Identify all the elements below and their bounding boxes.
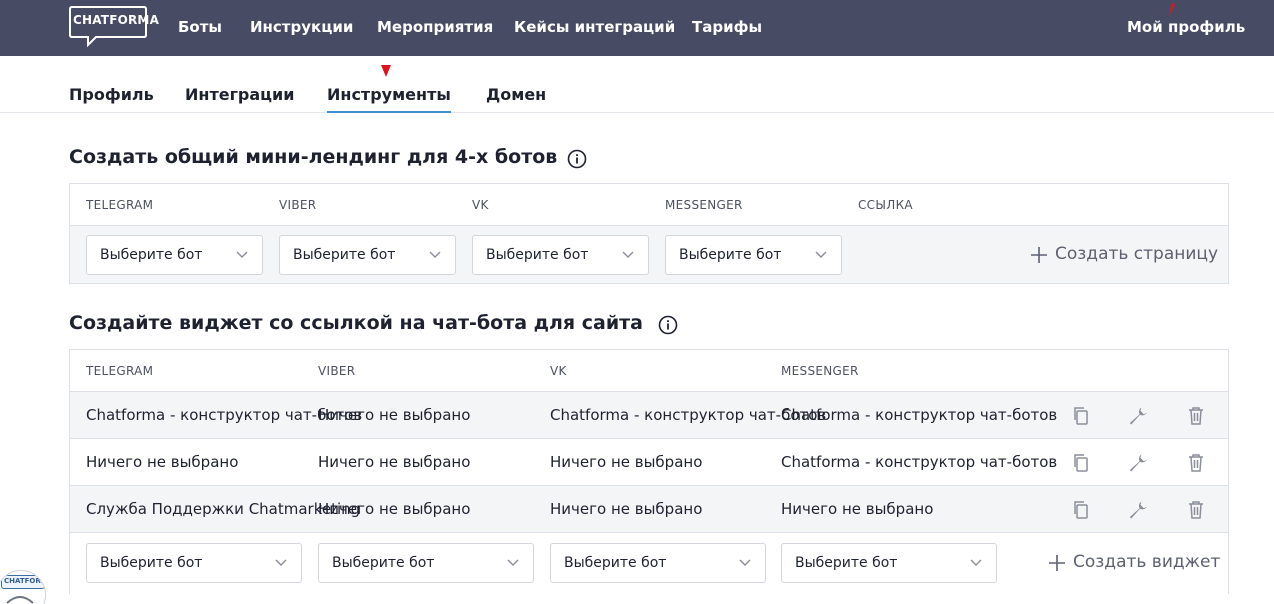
landing-panel: TELEGRAM VIBER VK MESSENGER ССЫЛКА Выбер… [69, 183, 1229, 284]
wrench-icon[interactable] [1128, 406, 1148, 426]
nav-events[interactable]: Мероприятия [377, 17, 493, 37]
info-icon[interactable] [658, 315, 678, 335]
vk-cell: Ничего не выбрано [550, 453, 703, 471]
copy-icon[interactable] [1071, 453, 1091, 473]
widget-section-title: Создайте виджет со ссылкой на чат-бота д… [69, 312, 643, 334]
nav-pricing[interactable]: Тарифы [692, 17, 762, 37]
landing-messenger-select[interactable]: Выберите бот [665, 235, 842, 275]
launcher-logo-text: CHATFORMA [4, 577, 45, 585]
viber-cell: Ничего не выбрано [318, 406, 471, 424]
chevron-down-icon [236, 251, 248, 258]
tab-profile[interactable]: Профиль [69, 84, 154, 106]
column-header-telegram: TELEGRAM [86, 364, 154, 378]
trash-icon[interactable] [1186, 500, 1206, 520]
top-navigation: CHATFORMA Боты Инструкции Мероприятия Ке… [0, 0, 1274, 56]
widget-input-row: Выберите бот Выберите бот Выберите бот В… [70, 533, 1228, 595]
tab-integrations[interactable]: Интеграции [185, 84, 294, 106]
chat-launcher-button[interactable]: CHATFORMA [0, 570, 46, 604]
chevron-down-icon [429, 251, 441, 258]
logo-bubble-icon [69, 6, 147, 48]
robot-icon [6, 596, 34, 604]
column-header-viber: VIBER [279, 198, 317, 212]
profile-tabs: Профиль Интеграции Инструменты Домен [0, 56, 1274, 113]
column-header-telegram: TELEGRAM [86, 198, 154, 212]
telegram-cell: Ничего не выбрано [86, 453, 239, 471]
logo-text: CHATFORMA [73, 13, 160, 27]
widget-panel: TELEGRAM VIBER VK MESSENGER Chatforma - … [69, 349, 1229, 594]
plus-icon [1049, 555, 1065, 571]
chevron-down-icon [507, 559, 519, 566]
wrench-icon[interactable] [1128, 500, 1148, 520]
landing-viber-select[interactable]: Выберите бот [279, 235, 456, 275]
copy-icon[interactable] [1071, 406, 1091, 426]
widget-vk-select[interactable]: Выберите бот [550, 543, 766, 583]
cursor-marker-icon [381, 65, 391, 77]
messenger-cell: Chatforma - конструктор чат-ботов [781, 453, 1058, 471]
column-header-link: ССЫЛКА [858, 198, 913, 212]
select-value: Выберите бот [332, 555, 435, 571]
nav-my-profile[interactable]: Мой профиль [1127, 17, 1245, 37]
viber-cell: Ничего не выбрано [318, 500, 471, 518]
create-page-button[interactable]: Создать страницу [1030, 243, 1219, 267]
nav-bots[interactable]: Боты [178, 17, 222, 37]
chevron-down-icon [815, 251, 827, 258]
wrench-icon[interactable] [1128, 453, 1148, 473]
chatforma-logo[interactable]: CHATFORMA [68, 5, 159, 49]
widget-messenger-select[interactable]: Выберите бот [781, 543, 997, 583]
create-widget-label: Создать виджет [1073, 552, 1221, 572]
column-header-vk: VK [472, 198, 489, 212]
select-value: Выберите бот [564, 555, 667, 571]
select-value: Выберите бот [100, 247, 203, 263]
nav-integration-cases[interactable]: Кейсы интеграций [514, 17, 675, 37]
chevron-down-icon [970, 559, 982, 566]
column-header-vk: VK [550, 364, 567, 378]
nav-instructions[interactable]: Инструкции [250, 17, 353, 37]
messenger-cell: Ничего не выбрано [781, 500, 934, 518]
messenger-cell: Chatforma - конструктор чат-ботов [781, 406, 1058, 424]
landing-telegram-select[interactable]: Выберите бот [86, 235, 263, 275]
widget-row: Служба Поддержки Chatmarketing Ничего не… [70, 486, 1228, 533]
column-header-messenger: MESSENGER [781, 364, 859, 378]
widget-viber-select[interactable]: Выберите бот [318, 543, 534, 583]
select-value: Выберите бот [486, 247, 589, 263]
landing-input-row: Выберите бот Выберите бот Выберите бот В… [70, 226, 1228, 283]
tab-tools[interactable]: Инструменты [327, 84, 451, 113]
trash-icon[interactable] [1186, 406, 1206, 426]
chevron-down-icon [739, 559, 751, 566]
info-icon[interactable] [567, 149, 587, 169]
chevron-down-icon [622, 251, 634, 258]
landing-vk-select[interactable]: Выберите бот [472, 235, 649, 275]
select-value: Выберите бот [293, 247, 396, 263]
trash-icon[interactable] [1186, 453, 1206, 473]
viber-cell: Ничего не выбрано [318, 453, 471, 471]
select-value: Выберите бот [795, 555, 898, 571]
column-header-viber: VIBER [318, 364, 356, 378]
widget-row: Chatforma - конструктор чат-ботов Ничего… [70, 392, 1228, 439]
landing-header-row: TELEGRAM VIBER VK MESSENGER ССЫЛКА [70, 184, 1228, 226]
widget-header-row: TELEGRAM VIBER VK MESSENGER [70, 350, 1228, 392]
tab-domain[interactable]: Домен [486, 84, 546, 106]
widget-row: Ничего не выбрано Ничего не выбрано Ниче… [70, 439, 1228, 486]
select-value: Выберите бот [100, 555, 203, 571]
cursor-marker-icon [1169, 3, 1175, 17]
copy-icon[interactable] [1071, 500, 1091, 520]
column-header-messenger: MESSENGER [665, 198, 743, 212]
select-value: Выберите бот [679, 247, 782, 263]
widget-telegram-select[interactable]: Выберите бот [86, 543, 302, 583]
landing-section-title: Создать общий мини-лендинг для 4-х ботов [69, 146, 558, 168]
plus-icon [1031, 247, 1047, 263]
create-page-label: Создать страницу [1055, 244, 1219, 264]
create-widget-button[interactable]: Создать виджет [1048, 551, 1221, 575]
vk-cell: Ничего не выбрано [550, 500, 703, 518]
chevron-down-icon [275, 559, 287, 566]
launcher-logo: CHATFORMA [1, 575, 45, 589]
